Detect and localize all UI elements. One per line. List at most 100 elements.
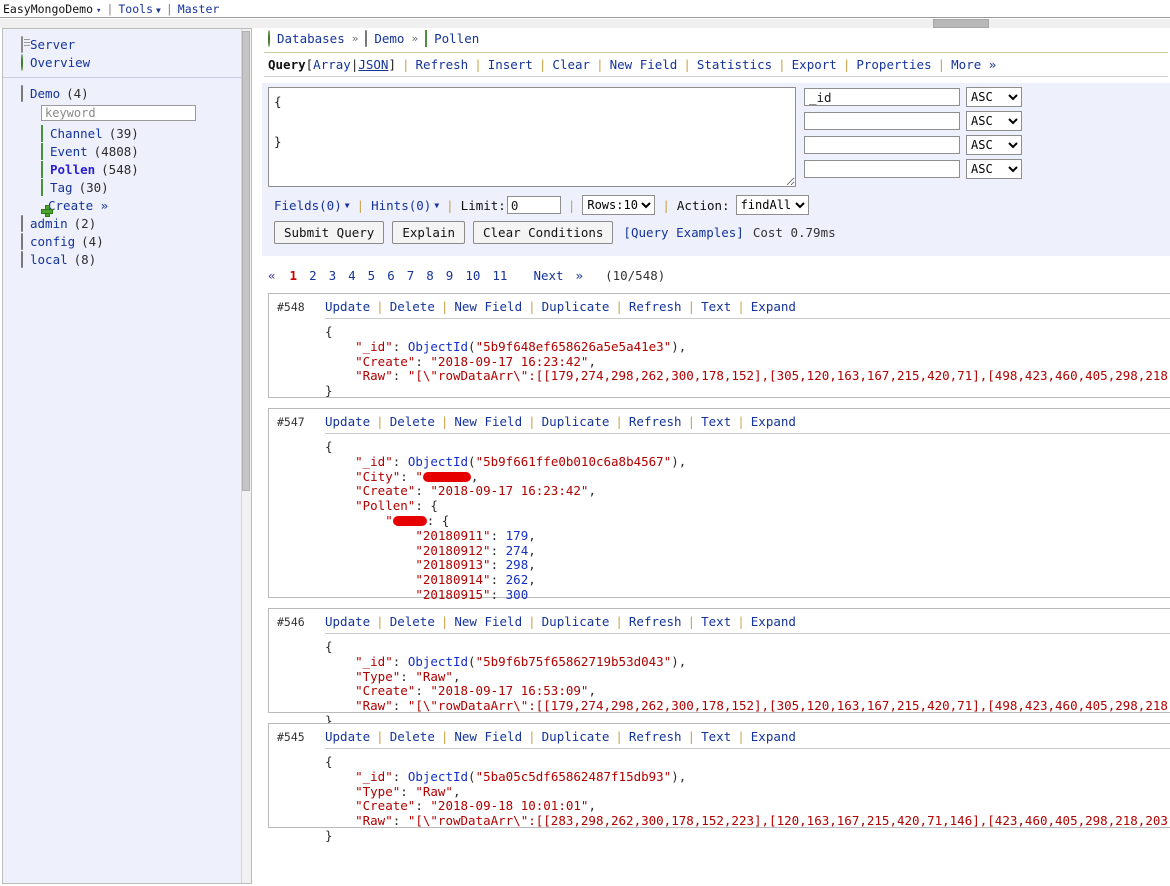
query-json-textarea[interactable]: { } bbox=[268, 87, 796, 187]
hints-dropdown[interactable]: Hints(0) bbox=[371, 198, 431, 213]
record-delete-link[interactable]: Delete bbox=[390, 299, 435, 314]
sidebar-scrollbar-thumb[interactable] bbox=[242, 31, 250, 491]
clear-conditions-button[interactable]: Clear Conditions bbox=[473, 221, 614, 244]
sidebar-collection-pollen[interactable]: Pollen (548) bbox=[3, 160, 251, 178]
opt-sep-3: | bbox=[567, 197, 576, 213]
pager-page-9[interactable]: 9 bbox=[446, 268, 454, 283]
sort-field-input-3[interactable] bbox=[804, 136, 960, 154]
record-update-link[interactable]: Update bbox=[325, 729, 370, 744]
hints-caret-down-icon[interactable]: ▼ bbox=[434, 201, 439, 210]
pager-page-8[interactable]: 8 bbox=[426, 268, 434, 283]
record-new-field-link[interactable]: New Field bbox=[454, 729, 522, 744]
pager-next[interactable]: Next bbox=[533, 268, 563, 283]
pager-page-1[interactable]: 1 bbox=[290, 268, 298, 283]
sidebar-db-local[interactable]: local (8) bbox=[3, 250, 251, 268]
record-refresh-link[interactable]: Refresh bbox=[629, 614, 682, 629]
sort-direction-select-3[interactable]: ASC bbox=[966, 135, 1022, 155]
query-clear-link[interactable]: Clear bbox=[552, 57, 590, 72]
record-refresh-link[interactable]: Refresh bbox=[629, 299, 682, 314]
query-insert-link[interactable]: Insert bbox=[488, 57, 533, 72]
sort-field-input-2[interactable] bbox=[804, 112, 960, 130]
pager-page-2[interactable]: 2 bbox=[309, 268, 317, 283]
record-duplicate-link[interactable]: Duplicate bbox=[542, 299, 610, 314]
record-text-link[interactable]: Text bbox=[701, 414, 731, 429]
breadcrumb-database[interactable]: Demo bbox=[374, 31, 404, 46]
pager-next-arrow[interactable]: » bbox=[576, 268, 584, 283]
sidebar-item-server-label: Server bbox=[30, 36, 76, 52]
sort-direction-select-1[interactable]: ASC bbox=[966, 87, 1022, 107]
query-statistics-link[interactable]: Statistics bbox=[697, 57, 772, 72]
record-delete-link[interactable]: Delete bbox=[390, 414, 435, 429]
horizontal-scrollbar-thumb[interactable] bbox=[933, 19, 989, 28]
action-select[interactable]: findAll bbox=[735, 195, 809, 215]
breadcrumb-databases[interactable]: Databases bbox=[277, 31, 345, 46]
record-update-link[interactable]: Update bbox=[325, 414, 370, 429]
sort-direction-select-4[interactable]: ASC bbox=[966, 159, 1022, 179]
sidebar-db-demo[interactable]: Demo (4) bbox=[3, 84, 251, 102]
record-new-field-link[interactable]: New Field bbox=[454, 414, 522, 429]
record-duplicate-link[interactable]: Duplicate bbox=[542, 614, 610, 629]
record-text-link[interactable]: Text bbox=[701, 614, 731, 629]
pager-page-4[interactable]: 4 bbox=[348, 268, 356, 283]
query-mode-array[interactable]: Array bbox=[313, 57, 351, 72]
record-delete-link[interactable]: Delete bbox=[390, 729, 435, 744]
pager-page-7[interactable]: 7 bbox=[407, 268, 415, 283]
record-expand-link[interactable]: Expand bbox=[751, 729, 796, 744]
submit-query-button[interactable]: Submit Query bbox=[274, 221, 385, 244]
app-brand-menu[interactable]: EasyMongoDemo ▾ bbox=[3, 2, 101, 16]
sidebar-collection-tag[interactable]: Tag (30) bbox=[3, 178, 251, 196]
breadcrumb-collection[interactable]: Pollen bbox=[434, 31, 479, 46]
record-update-link[interactable]: Update bbox=[325, 614, 370, 629]
tools-menu[interactable]: Tools ▼ bbox=[118, 2, 160, 16]
record-new-field-link[interactable]: New Field bbox=[454, 299, 522, 314]
json-key-id: "_id" bbox=[355, 453, 393, 469]
limit-input[interactable] bbox=[506, 196, 561, 214]
sidebar-collection-event[interactable]: Event (4808) bbox=[3, 142, 251, 160]
query-mode-json[interactable]: JSON bbox=[358, 57, 388, 72]
sidebar: Server Overview Demo (4) Channel (39) Ev… bbox=[2, 28, 252, 884]
json-value-20180911: 179 bbox=[505, 527, 529, 543]
query-export-link[interactable]: Export bbox=[792, 57, 837, 72]
sidebar-create-collection[interactable]: Create » bbox=[3, 196, 251, 214]
sidebar-db-admin[interactable]: admin (2) bbox=[3, 214, 251, 232]
record-text-link[interactable]: Text bbox=[701, 729, 731, 744]
master-menu[interactable]: Master bbox=[178, 2, 220, 16]
horizontal-scrollbar-track[interactable] bbox=[0, 19, 1170, 28]
record-expand-link[interactable]: Expand bbox=[751, 614, 796, 629]
pager-prev[interactable]: « bbox=[268, 268, 276, 283]
record-text-link[interactable]: Text bbox=[701, 299, 731, 314]
sort-field-input-1[interactable] bbox=[804, 88, 960, 106]
query-properties-link[interactable]: Properties bbox=[856, 57, 931, 72]
pager-page-5[interactable]: 5 bbox=[368, 268, 376, 283]
fields-caret-down-icon[interactable]: ▼ bbox=[345, 201, 350, 210]
record-delete-link[interactable]: Delete bbox=[390, 614, 435, 629]
record-new-field-link[interactable]: New Field bbox=[454, 614, 522, 629]
pager-page-3[interactable]: 3 bbox=[329, 268, 337, 283]
sort-direction-select-2[interactable]: ASC bbox=[966, 111, 1022, 131]
query-new-field-link[interactable]: New Field bbox=[610, 57, 678, 72]
record-update-link[interactable]: Update bbox=[325, 299, 370, 314]
sidebar-item-server[interactable]: Server bbox=[3, 35, 251, 53]
record-expand-link[interactable]: Expand bbox=[751, 299, 796, 314]
sidebar-scrollbar-track[interactable] bbox=[241, 29, 251, 883]
sidebar-db-config[interactable]: config (4) bbox=[3, 232, 251, 250]
record-duplicate-link[interactable]: Duplicate bbox=[542, 729, 610, 744]
pager-page-11[interactable]: 11 bbox=[492, 268, 507, 283]
record-expand-link[interactable]: Expand bbox=[751, 414, 796, 429]
sidebar-keyword-search-input[interactable] bbox=[41, 105, 196, 121]
qb-sep-1: | bbox=[401, 56, 410, 72]
pager-page-6[interactable]: 6 bbox=[387, 268, 395, 283]
record-refresh-link[interactable]: Refresh bbox=[629, 729, 682, 744]
sort-field-input-4[interactable] bbox=[804, 160, 960, 178]
pager-page-10[interactable]: 10 bbox=[465, 268, 480, 283]
rows-per-page-select[interactable]: Rows:10 bbox=[582, 195, 656, 215]
record-duplicate-link[interactable]: Duplicate bbox=[542, 414, 610, 429]
sidebar-collection-channel[interactable]: Channel (39) bbox=[3, 124, 251, 142]
query-examples-link[interactable]: [Query Examples] bbox=[623, 225, 743, 240]
fields-dropdown[interactable]: Fields(0) bbox=[274, 198, 342, 213]
query-refresh-link[interactable]: Refresh bbox=[416, 57, 469, 72]
explain-button[interactable]: Explain bbox=[392, 221, 465, 244]
sidebar-item-overview[interactable]: Overview bbox=[3, 53, 251, 71]
record-refresh-link[interactable]: Refresh bbox=[629, 414, 682, 429]
query-more-link[interactable]: More » bbox=[951, 57, 996, 72]
